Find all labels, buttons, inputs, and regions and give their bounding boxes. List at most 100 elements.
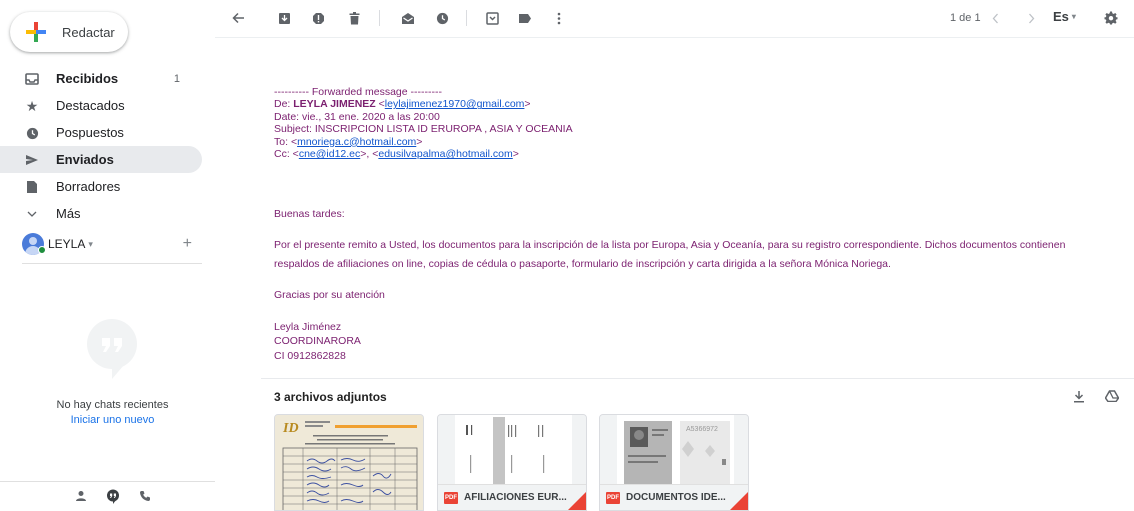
forward-header: ---------- Forwarded message ---------	[274, 86, 442, 98]
pdf-preview	[438, 415, 586, 487]
chevron-down-icon	[24, 206, 40, 222]
compose-plus-icon	[24, 20, 48, 44]
pdf-corner-icon	[730, 492, 748, 510]
back-arrow-icon[interactable]	[228, 8, 248, 28]
pdf-corner-icon	[568, 492, 586, 510]
attachment-name: DOCUMENTOS IDE...	[626, 492, 726, 503]
start-chat-link[interactable]: Iniciar uno nuevo	[0, 414, 225, 426]
sidebar-item-inbox[interactable]: Recibidos 1	[0, 65, 202, 92]
greeting-text: Buenas tardes:	[274, 208, 345, 220]
sidebar-item-label: Enviados	[56, 152, 114, 167]
download-all-icon[interactable]	[1071, 388, 1087, 404]
svg-text:ID: ID	[282, 421, 299, 436]
nav-list: Recibidos 1 ★ Destacados Pospuestos Envi…	[0, 65, 202, 227]
gmail-app: Redactar Recibidos 1 ★ Destacados Pospue…	[0, 0, 1134, 511]
sidebar-item-starred[interactable]: ★ Destacados	[0, 92, 202, 119]
unread-count: 1	[173, 72, 180, 85]
sidebar: Redactar Recibidos 1 ★ Destacados Pospue…	[0, 0, 215, 511]
sidebar-item-label: Pospuestos	[56, 125, 124, 140]
to-label: To:	[274, 135, 291, 148]
date-line: Date: vie., 31 ene. 2020 a las 20:00	[274, 110, 440, 123]
attachment-name: AFILIACIONES EUR...	[464, 492, 567, 503]
gear-icon[interactable]	[1101, 8, 1121, 28]
signature-title: COORDINARORA	[274, 335, 361, 347]
from-label: De:	[274, 98, 294, 111]
inbox-icon	[24, 71, 40, 87]
chevron-down-icon: ▾	[1071, 12, 1076, 21]
sidebar-item-sent[interactable]: Enviados	[0, 146, 202, 173]
star-icon: ★	[25, 97, 39, 114]
bottom-bar	[0, 485, 225, 507]
from-email-link[interactable]: leylajimenez1970@gmail.com	[385, 98, 525, 110]
save-to-drive-icon[interactable]	[1104, 388, 1120, 404]
message-body: ---------- Forwarded message --------- D…	[274, 86, 1114, 160]
cc-label: Cc:	[274, 148, 293, 161]
toolbar: 1 de 1 Es ▾	[215, 0, 1134, 38]
phone-icon[interactable]	[136, 487, 154, 505]
from-line: De: LEYLA JIMENEZ <leylajimenez1970@gmai…	[274, 98, 531, 111]
sidebar-item-label: Recibidos	[56, 71, 119, 86]
divider	[0, 481, 215, 482]
no-chats-text: No hay chats recientes	[56, 399, 169, 411]
chevron-right-icon[interactable]	[1021, 8, 1041, 28]
scanned-form-preview: ID	[275, 415, 423, 510]
add-icon[interactable]: +	[183, 235, 192, 253]
sidebar-item-label: Más	[56, 206, 81, 221]
subject-line: Subject: INSCRIPCION LISTA ID ERUROPA , …	[274, 123, 573, 136]
sidebar-item-label: Borradores	[56, 179, 121, 194]
signature-id: CI 0912862828	[274, 350, 346, 362]
toolbar-divider	[466, 10, 467, 26]
more-vert-icon[interactable]	[549, 8, 569, 28]
attachment-thumbnail-image[interactable]: ID	[274, 414, 424, 511]
send-icon	[24, 152, 40, 168]
svg-text:A5366972: A5366972	[686, 426, 718, 433]
pdf-icon: PDF	[606, 491, 620, 504]
attachment-thumbnail-pdf[interactable]: PDF AFILIACIONES EUR...	[437, 414, 587, 511]
online-status-icon	[38, 246, 46, 254]
attachment-name-bar: PDF DOCUMENTOS IDE...	[600, 484, 748, 510]
clock-icon	[24, 125, 40, 141]
sidebar-item-snoozed[interactable]: Pospuestos	[0, 119, 202, 146]
chevron-left-icon[interactable]	[985, 8, 1005, 28]
to-email-link[interactable]: mnoriega.c@hotmail.com	[297, 136, 416, 148]
sidebar-item-label: Destacados	[56, 98, 125, 113]
body-line: Por el presente remito a Usted, los docu…	[274, 239, 1066, 251]
compose-label: Redactar	[62, 24, 115, 40]
move-to-icon[interactable]	[482, 8, 502, 28]
thanks-text: Gracias por su atención	[274, 289, 385, 301]
attachments-title: 3 archivos adjuntos	[274, 390, 387, 404]
chevron-down-icon: ▾	[88, 238, 93, 249]
signature-name: Leyla Jiménez	[274, 321, 342, 333]
divider	[261, 378, 1134, 379]
pdf-preview: A5366972	[600, 415, 748, 487]
archive-icon[interactable]	[274, 8, 294, 28]
sidebar-item-drafts[interactable]: Borradores	[0, 173, 202, 200]
hangouts-icon[interactable]	[104, 487, 122, 505]
language-label: Es	[1053, 9, 1069, 24]
attachment-name-bar: PDF AFILIACIONES EUR...	[438, 484, 586, 510]
input-language-button[interactable]: Es ▾	[1053, 9, 1076, 24]
account-name: LEYLA	[48, 237, 86, 251]
draft-icon	[24, 179, 40, 195]
attachment-thumbnail-pdf[interactable]: A5366972 PDF DOCUMENTOS IDE...	[599, 414, 749, 511]
report-spam-icon[interactable]	[308, 8, 328, 28]
cc-email-link[interactable]: edusilvapalma@hotmail.com	[378, 148, 512, 160]
person-icon[interactable]	[72, 487, 90, 505]
body-line: respaldos de afiliaciones on line, copia…	[274, 258, 891, 270]
pdf-icon: PDF	[444, 491, 458, 504]
delete-icon[interactable]	[344, 8, 364, 28]
snooze-clock-icon[interactable]	[432, 8, 452, 28]
sidebar-item-more[interactable]: Más	[0, 200, 202, 227]
from-name: LEYLA JIMENEZ	[293, 98, 376, 111]
cc-line: Cc: <cne@id12.ec>, <edusilvapalma@hotmai…	[274, 148, 519, 161]
toolbar-divider	[379, 10, 380, 26]
divider	[22, 263, 202, 264]
label-icon[interactable]	[515, 8, 535, 28]
to-line: To: <mnoriega.c@hotmail.com>	[274, 135, 423, 148]
mark-unread-icon[interactable]	[398, 8, 418, 28]
compose-button[interactable]: Redactar	[10, 12, 128, 52]
chat-bubble-icon	[87, 319, 137, 379]
cc-email-link[interactable]: cne@id12.ec	[299, 148, 360, 160]
pagination-text: 1 de 1	[950, 12, 981, 24]
hangouts-account[interactable]: LEYLA ▾ +	[22, 231, 202, 257]
